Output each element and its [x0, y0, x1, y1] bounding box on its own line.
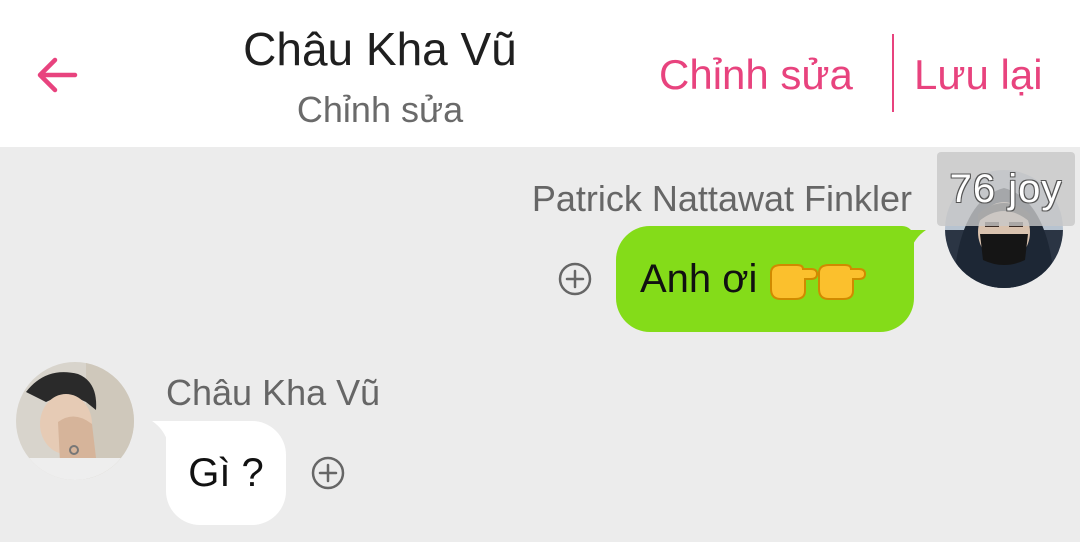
back-button[interactable] — [30, 48, 84, 102]
plus-circle-icon — [311, 456, 345, 490]
avatar[interactable] — [16, 362, 134, 480]
plus-circle-icon — [558, 262, 592, 296]
add-reaction-button[interactable] — [311, 456, 345, 490]
header-divider — [892, 34, 894, 112]
page-title: Châu Kha Vũ — [243, 23, 517, 75]
edit-button[interactable]: Chỉnh sửa — [659, 50, 853, 100]
bubble-tail — [152, 421, 180, 443]
page-subtitle: Chỉnh sửa — [296, 89, 464, 130]
save-button[interactable]: Lưu lại — [914, 50, 1043, 100]
message-bubble-incoming[interactable]: Gì ? — [152, 421, 286, 525]
chat-edit-screen: Châu Kha Vũ Chỉnh sửa Chỉnh sửa Lưu lại … — [0, 0, 1080, 542]
status-badge: 76 joy — [937, 152, 1075, 226]
add-reaction-button[interactable] — [558, 262, 592, 296]
hand-pointing-icon — [770, 264, 867, 300]
sender-name: Châu Kha Vũ — [166, 372, 381, 413]
arrow-left-icon — [37, 57, 78, 93]
sender-name: Patrick Nattawat Finkler — [531, 178, 912, 219]
message-bubble-outgoing[interactable]: Anh ơi — [616, 226, 926, 332]
header-bar: Châu Kha Vũ Chỉnh sửa Chỉnh sửa Lưu lại — [0, 0, 1080, 147]
pointing-right-emoji — [767, 253, 867, 305]
avatar-image — [16, 362, 134, 480]
message-text: Gì ? — [188, 450, 264, 495]
message-text: Anh ơi — [640, 256, 758, 301]
bubble-tail — [898, 230, 926, 252]
